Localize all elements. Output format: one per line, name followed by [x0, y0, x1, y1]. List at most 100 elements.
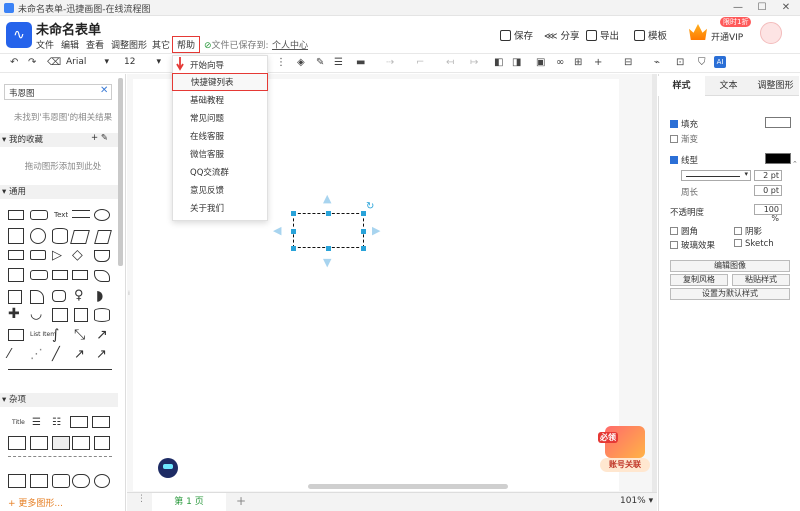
canvas-horizontal-scrollbar[interactable] — [308, 484, 508, 489]
link-icon[interactable]: ∞ — [556, 57, 564, 68]
shape-box-2[interactable] — [30, 474, 48, 488]
resize-handle-s[interactable] — [326, 246, 331, 251]
glass-checkbox[interactable] — [670, 241, 678, 249]
shape-callout[interactable] — [52, 290, 66, 302]
shape-line-1[interactable]: ⁄ — [8, 347, 10, 362]
shadow-checkbox[interactable] — [734, 227, 742, 235]
resize-handle-se[interactable] — [361, 246, 366, 251]
shape-container[interactable] — [52, 308, 68, 322]
shape-numbered-list[interactable]: ☷ — [52, 417, 61, 428]
help-item-about[interactable]: 关于我们 — [172, 200, 268, 218]
ai-icon[interactable]: AI — [714, 56, 726, 68]
shape-document[interactable] — [94, 250, 110, 262]
menu-file[interactable]: 文件 — [36, 38, 54, 51]
shape-frame[interactable] — [74, 308, 88, 322]
line-width-icon[interactable]: ▬ — [356, 57, 365, 68]
shape-textbox[interactable] — [72, 210, 90, 218]
help-item-tutorial[interactable]: 基础教程 — [172, 92, 268, 110]
page-tab-1[interactable]: 第 1 页 — [152, 493, 226, 511]
insert-plus-icon[interactable]: + — [594, 57, 602, 68]
paste-style-button[interactable]: 粘贴样式 — [732, 274, 790, 286]
export-button[interactable]: 导出 — [586, 28, 619, 42]
shape-cylinder-2[interactable] — [94, 308, 110, 322]
shadow-row[interactable]: 阴影 — [734, 225, 762, 237]
shape-hexagon[interactable] — [30, 250, 46, 260]
shape-rectangle[interactable] — [8, 210, 24, 220]
close-window-icon[interactable]: ✕ — [776, 1, 796, 15]
line-color-swatch[interactable] — [765, 153, 791, 164]
tab-text[interactable]: 文本 — [705, 76, 752, 96]
sketch-checkbox[interactable] — [734, 239, 742, 247]
shape-box-3[interactable] — [52, 474, 70, 488]
shape-text[interactable]: Text — [54, 211, 68, 219]
align-icon[interactable]: ⋮ — [276, 57, 286, 68]
gradient-checkbox[interactable] — [670, 135, 678, 143]
set-default-style-button[interactable]: 设置为默认样式 — [670, 288, 790, 300]
line-pattern-select[interactable]: ▾ — [681, 170, 751, 181]
edit-image-button[interactable]: 编辑图像 — [670, 260, 790, 272]
shape-oval[interactable] — [94, 474, 110, 488]
shape-step[interactable] — [52, 270, 68, 280]
connect-arrow-down-icon[interactable]: ▼ — [323, 256, 331, 269]
page-menu-icon[interactable]: ⋮ — [137, 494, 146, 504]
shape-square[interactable] — [8, 228, 24, 244]
clear-search-icon[interactable]: ✕ — [100, 85, 108, 96]
shape-cross[interactable]: ✚ — [8, 306, 20, 322]
shape-ellipse[interactable] — [94, 209, 110, 221]
connect-arrow-right-icon[interactable]: ▶ — [372, 224, 380, 237]
canvas-vertical-scrollbar[interactable] — [652, 74, 657, 494]
vip-button[interactable]: 开通VIP — [711, 30, 743, 43]
shape-internal-storage[interactable] — [8, 268, 24, 282]
save-button[interactable]: 保存 — [500, 28, 533, 42]
to-front-icon[interactable]: ◧ — [494, 57, 503, 68]
fill-color-icon[interactable]: ◈ — [297, 57, 305, 68]
shape-search-input[interactable]: 韦恩图 — [4, 84, 112, 100]
redo-icon[interactable]: ↷ — [28, 57, 36, 68]
shape-table-2[interactable] — [92, 416, 110, 428]
font-size-select[interactable]: 12 ▾ — [120, 56, 164, 70]
resize-handle-e[interactable] — [361, 229, 366, 234]
shape-table[interactable] — [70, 416, 88, 428]
copy-style-button[interactable]: 复制风格 — [670, 274, 728, 286]
shape-line-dotted[interactable]: ⋰ — [30, 347, 43, 362]
line-width-field[interactable]: 2 pt — [754, 170, 782, 181]
shape-arc[interactable]: ◡ — [30, 306, 42, 322]
shape-rounded-rect[interactable] — [30, 210, 48, 220]
misc-section-header[interactable]: ▾ 杂项 — [0, 393, 118, 407]
shape-grid-1[interactable] — [8, 436, 26, 450]
shape-line-arrow[interactable]: ↗ — [74, 347, 85, 362]
shape-line-2[interactable]: ╱ — [52, 347, 60, 362]
shape-diamond[interactable]: ◇ — [72, 247, 83, 263]
sketch-row[interactable]: Sketch — [734, 239, 774, 249]
perimeter-field[interactable]: 0 pt — [754, 185, 782, 196]
personal-center-link[interactable]: 个人中心 — [272, 38, 308, 51]
shape-grid-4[interactable] — [72, 436, 90, 450]
add-favorite-icon[interactable]: + ✎ — [91, 133, 108, 143]
help-item-feedback[interactable]: 意见反馈 — [172, 182, 268, 200]
shape-box-1[interactable] — [8, 474, 26, 488]
template-button[interactable]: 模板 — [634, 28, 667, 42]
share-button[interactable]: ⋘ 分享 — [544, 28, 580, 42]
shape-half-circle[interactable]: ◗ — [96, 288, 103, 304]
menu-view[interactable]: 查看 — [86, 38, 104, 51]
shape-circle[interactable] — [30, 228, 46, 244]
menu-help[interactable]: 帮助 — [172, 36, 201, 53]
shape-actor[interactable]: ♀ — [74, 288, 84, 303]
shape-grid-5[interactable] — [94, 436, 110, 450]
help-item-faq[interactable]: 常见问题 — [172, 110, 268, 128]
shape-arrow[interactable]: ↗ — [96, 327, 108, 343]
rotate-icon[interactable]: ↻ — [366, 201, 374, 212]
rounded-checkbox[interactable] — [670, 227, 678, 235]
opacity-field[interactable]: 100 % — [754, 204, 782, 223]
to-back-icon[interactable]: ◨ — [512, 57, 521, 68]
glass-row[interactable]: 玻璃效果 — [670, 239, 715, 251]
maximize-icon[interactable]: ☐ — [752, 1, 772, 15]
format-painter-icon[interactable]: ⌫ — [47, 57, 61, 68]
shape-bullet-list[interactable]: ☰ — [32, 417, 41, 428]
grid-icon[interactable]: ⊟ — [624, 57, 632, 68]
panel-collapse-handle[interactable]: ⁞ — [128, 290, 130, 297]
help-item-shortcuts[interactable]: 快捷键列表 — [172, 73, 268, 91]
table-icon[interactable]: ⊞ — [574, 57, 582, 68]
avatar[interactable] — [760, 22, 782, 44]
resize-handle-nw[interactable] — [291, 211, 296, 216]
